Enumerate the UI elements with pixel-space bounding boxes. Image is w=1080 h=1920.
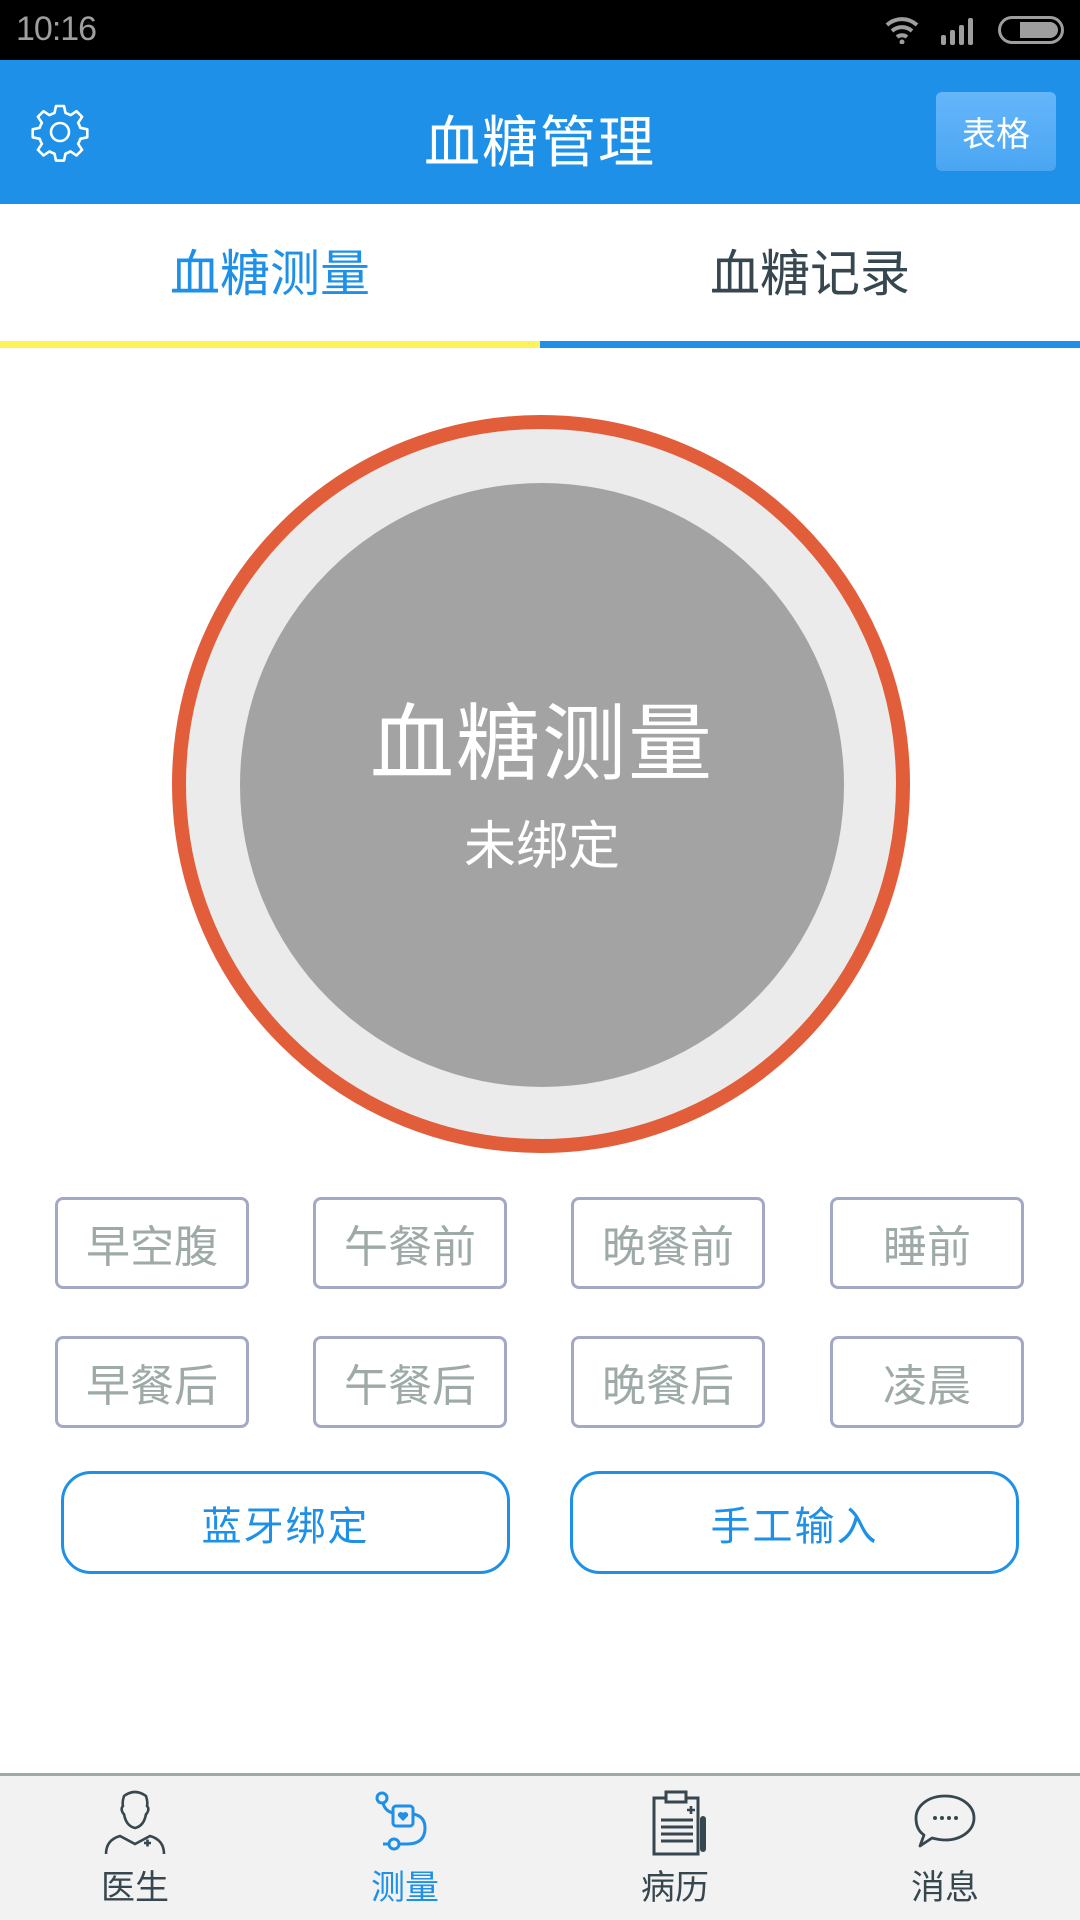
tab-label: 血糖测量 — [170, 245, 370, 303]
nav-label: 医生 — [101, 1868, 169, 1908]
nav-item-doctor[interactable]: 医生 — [0, 1776, 270, 1920]
bluetooth-bind-button[interactable]: 蓝牙绑定 — [61, 1471, 510, 1574]
period-fasting[interactable]: 早空腹 — [55, 1197, 249, 1289]
tab-indicator — [0, 341, 540, 348]
table-button[interactable]: 表格 — [936, 92, 1056, 171]
blood-pressure-monitor-icon — [375, 1791, 427, 1851]
doctor-icon — [104, 1790, 166, 1855]
status-icons — [884, 14, 1064, 46]
clipboard-icon — [652, 1790, 706, 1856]
tab-glucose-records[interactable]: 血糖记录 — [540, 204, 1080, 348]
wifi-icon — [885, 17, 919, 44]
chat-bubble-icon — [914, 1794, 976, 1848]
period-after-lunch[interactable]: 午餐后 — [313, 1336, 507, 1428]
page-title: 血糖管理 — [424, 111, 656, 176]
app-header: 血糖管理 表格 — [0, 60, 1080, 204]
manual-input-button[interactable]: 手工输入 — [570, 1471, 1019, 1574]
measure-title: 血糖测量 — [369, 695, 714, 793]
nav-item-records[interactable]: 病历 — [540, 1776, 810, 1920]
nav-item-measure[interactable]: 测量 — [270, 1776, 540, 1920]
status-bar: 10:16 — [0, 0, 1080, 60]
nav-label: 消息 — [911, 1868, 979, 1908]
battery-icon — [998, 16, 1064, 44]
period-early-morning[interactable]: 凌晨 — [830, 1336, 1024, 1428]
battery-level — [1020, 22, 1058, 38]
tab-bar: 血糖测量 血糖记录 — [0, 204, 1080, 348]
period-before-lunch[interactable]: 午餐前 — [313, 1197, 507, 1289]
binding-status: 未绑定 — [463, 817, 620, 877]
period-before-bed[interactable]: 睡前 — [830, 1197, 1024, 1289]
period-before-dinner[interactable]: 晚餐前 — [571, 1197, 765, 1289]
tab-indicator — [540, 341, 1080, 348]
period-after-breakfast[interactable]: 早餐后 — [55, 1336, 249, 1428]
nav-label: 测量 — [371, 1868, 439, 1908]
measure-button[interactable]: 血糖测量 未绑定 — [240, 483, 844, 1087]
bottom-nav: 医生 测量 病历 消息 — [0, 1773, 1080, 1920]
tab-glucose-measure[interactable]: 血糖测量 — [0, 204, 540, 348]
signal-icon — [941, 18, 973, 45]
nav-item-messages[interactable]: 消息 — [810, 1776, 1080, 1920]
tab-label: 血糖记录 — [710, 245, 910, 303]
nav-label: 病历 — [641, 1868, 709, 1908]
status-time: 10:16 — [16, 10, 97, 48]
period-after-dinner[interactable]: 晚餐后 — [571, 1336, 765, 1428]
